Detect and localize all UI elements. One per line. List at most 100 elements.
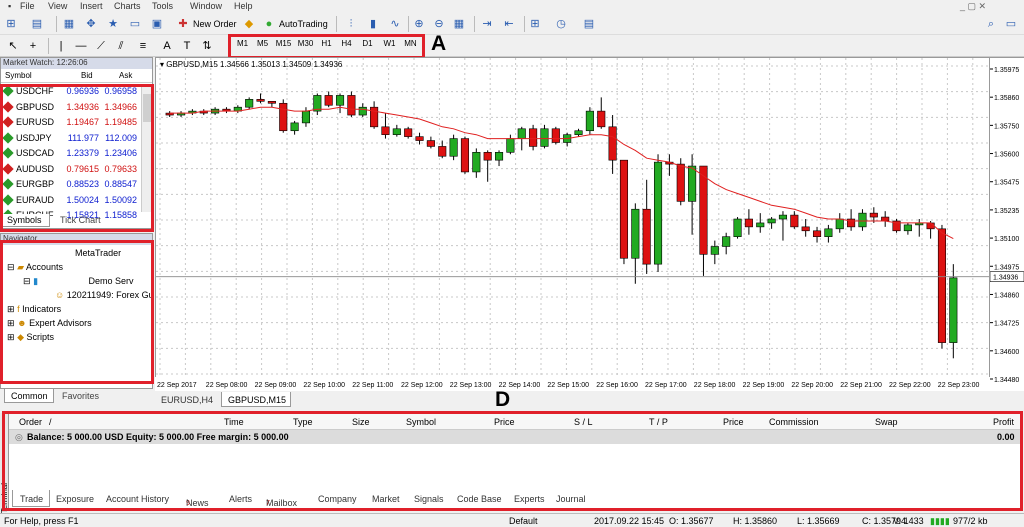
candle <box>699 165 708 276</box>
trendline-button[interactable]: ⟋ <box>94 37 108 55</box>
channel-button[interactable]: ⫽ <box>114 37 128 55</box>
zoom-in-button[interactable]: ⊕ <box>412 15 426 33</box>
candle-body <box>710 246 719 255</box>
candle <box>665 154 674 176</box>
candle-body <box>415 136 424 141</box>
col-ask[interactable]: Ask <box>119 71 132 80</box>
candle <box>483 150 492 182</box>
candlestick-button[interactable]: ▮ <box>366 15 380 33</box>
zoom-out-button[interactable]: ⊖ <box>432 15 446 33</box>
chart-window[interactable]: ▾ GBPUSD,M15 1.34566 1.35013 1.34509 1.3… <box>155 57 990 391</box>
menu-tools[interactable]: Tools <box>152 1 173 11</box>
candle-body <box>256 99 265 102</box>
candle-body <box>642 208 651 265</box>
search-button[interactable]: ⌕ <box>984 15 998 33</box>
line-chart-button[interactable]: ∿ <box>388 15 402 33</box>
price-chart[interactable] <box>156 58 990 378</box>
window-controls[interactable]: _ ▢ ✕ <box>960 1 986 12</box>
templates-button[interactable]: ▤ <box>582 15 596 33</box>
profiles-button[interactable]: ▤ <box>30 15 44 33</box>
clock-icon: ◷ <box>556 18 566 30</box>
autotrading-button[interactable]: ● AutoTrading <box>262 15 328 33</box>
menu-charts[interactable]: Charts <box>114 1 141 11</box>
x-tick-label: 22 Sep 15:00 <box>547 382 589 389</box>
navigator-tabs: Common Favorites <box>0 389 153 404</box>
x-tick-label: 22 Sep 10:00 <box>303 382 345 389</box>
dropdown-icon: ▾ <box>160 60 165 69</box>
col-bid[interactable]: Bid <box>81 71 93 80</box>
fibonacci-icon: ≡ <box>139 40 147 52</box>
menu-insert[interactable]: Insert <box>80 1 103 11</box>
vertical-line-button[interactable]: | <box>54 37 68 55</box>
navigator-button[interactable]: ★ <box>106 15 120 33</box>
tester-button[interactable]: ▣ <box>150 15 164 33</box>
indicators-button[interactable]: ⊞ <box>528 15 542 33</box>
data-window-icon: ✥ <box>86 18 96 30</box>
menu-help[interactable]: Help <box>234 1 253 11</box>
metaeditor-button[interactable]: ◆ <box>242 15 256 33</box>
candle-body <box>733 218 742 237</box>
tab-gbpusd-m15[interactable]: GBPUSD,M15 <box>221 392 291 407</box>
text-label-button[interactable]: T <box>180 37 194 55</box>
candle <box>267 101 276 108</box>
candle-body <box>460 138 470 173</box>
candle <box>597 97 606 129</box>
horizontal-line-button[interactable]: — <box>74 37 88 55</box>
x-tick-label: 22 Sep 11:00 <box>352 382 393 389</box>
y-tick-label: 1.35975 <box>994 67 1019 74</box>
candle-body <box>324 95 333 106</box>
new-order-button[interactable]: ✚ New Order <box>176 15 236 33</box>
candle <box>301 107 311 127</box>
autotrading-icon: ● <box>265 18 273 30</box>
cursor-button[interactable]: ↖ <box>6 37 20 55</box>
menu-window[interactable]: Window <box>190 1 222 11</box>
candle-body <box>653 161 663 265</box>
text-button[interactable]: A <box>160 37 174 55</box>
candle <box>812 226 822 243</box>
data-window-button[interactable]: ✥ <box>84 15 98 33</box>
cursor-icon: ↖ <box>8 40 18 52</box>
x-tick-label: 22 Sep 17:00 <box>645 382 687 389</box>
new-chart-icon: ⊞ <box>6 18 16 30</box>
tab-eurusd-h4[interactable]: EURUSD,H4 <box>161 395 213 405</box>
tab-common[interactable]: Common <box>4 389 54 403</box>
chat-button[interactable]: ▭ <box>1004 15 1018 33</box>
terminal-icon: ▭ <box>129 18 141 30</box>
x-tick-label: 22 Sep 19:00 <box>743 382 785 389</box>
search-icon: ⌕ <box>987 18 995 30</box>
candle-body <box>790 214 799 228</box>
status-volume: V: 1433 <box>893 516 924 526</box>
chart-tabs: EURUSD,H4 GBPUSD,M15 <box>155 392 990 408</box>
candle-body <box>688 165 697 202</box>
chart-shift-button[interactable]: ⇤ <box>502 15 516 33</box>
new-chart-button[interactable]: ⊞ <box>4 15 18 33</box>
candle <box>619 159 629 265</box>
metaeditor-icon: ◆ <box>244 18 254 30</box>
candle-body <box>438 146 447 157</box>
col-symbol[interactable]: Symbol <box>5 71 32 80</box>
terminal-button[interactable]: ▭ <box>128 15 142 33</box>
x-tick-label: 22 Sep 16:00 <box>596 382 638 389</box>
candle-body <box>358 106 367 116</box>
autoscroll-button[interactable]: ⇥ <box>480 15 494 33</box>
fibonacci-button[interactable]: ≡ <box>136 37 150 55</box>
candle <box>335 93 345 114</box>
candle <box>790 211 799 229</box>
bar-chart-icon: ⫶ <box>349 18 353 30</box>
candle <box>222 107 231 114</box>
tab-favorites[interactable]: Favorites <box>62 391 99 401</box>
arrows-button[interactable]: ⇅ <box>200 37 214 55</box>
tile-windows-button[interactable]: ▦ <box>452 15 466 33</box>
crosshair-button[interactable]: + <box>26 37 40 55</box>
periods-button[interactable]: ◷ <box>554 15 568 33</box>
candle <box>506 134 515 155</box>
market-watch-button[interactable]: ▦ <box>62 15 76 33</box>
menu-view[interactable]: View <box>48 1 67 11</box>
y-tick-label: 1.35860 <box>994 95 1019 102</box>
candle-body <box>903 224 912 232</box>
bar-chart-button[interactable]: ⫶ <box>344 15 358 33</box>
menu-file[interactable]: File <box>20 1 35 11</box>
navigator-icon: ★ <box>108 18 118 30</box>
candle-body <box>835 218 844 230</box>
candle-body <box>937 228 947 343</box>
